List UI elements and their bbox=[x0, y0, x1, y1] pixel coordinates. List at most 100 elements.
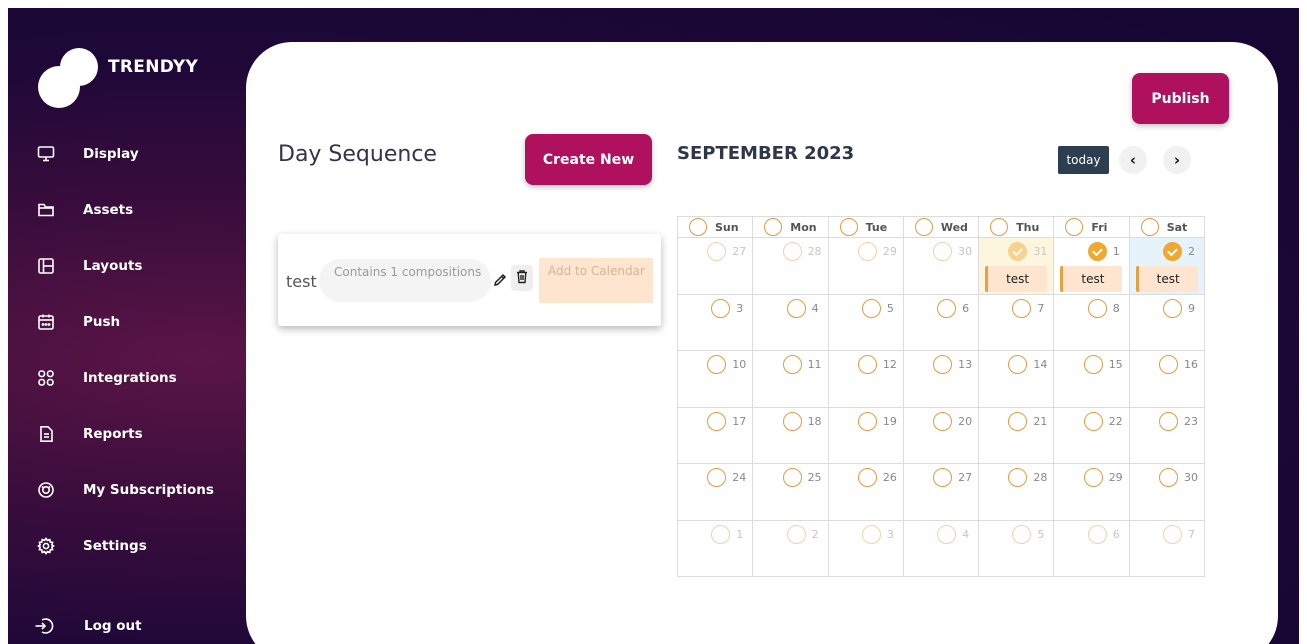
day-select-circle-icon[interactable] bbox=[707, 242, 727, 261]
day-select-circle-icon[interactable] bbox=[1083, 355, 1103, 374]
day-select-circle-icon[interactable] bbox=[1012, 298, 1032, 318]
calendar-day-cell[interactable]: 15 bbox=[1054, 351, 1130, 408]
day-select-circle-icon[interactable] bbox=[857, 355, 877, 374]
day-select-circle-icon[interactable] bbox=[711, 524, 731, 544]
calendar-day-cell[interactable]: 5 bbox=[979, 520, 1055, 577]
sidebar-item-push[interactable]: Push bbox=[36, 308, 120, 336]
weekday-select-circle-icon[interactable] bbox=[990, 218, 1009, 236]
day-select-circle-icon[interactable] bbox=[707, 355, 727, 374]
next-month-button[interactable]: › bbox=[1163, 146, 1191, 174]
publish-button[interactable]: Publish bbox=[1132, 73, 1229, 124]
day-select-circle-icon[interactable] bbox=[1162, 298, 1182, 318]
day-select-circle-icon[interactable] bbox=[861, 524, 881, 544]
calendar-day-cell[interactable]: 23 bbox=[1129, 408, 1204, 464]
day-select-circle-icon[interactable] bbox=[782, 468, 802, 487]
day-select-circle-icon[interactable] bbox=[786, 298, 806, 318]
day-select-circle-icon[interactable] bbox=[707, 468, 727, 487]
day-select-circle-icon[interactable] bbox=[1158, 411, 1178, 431]
day-select-circle-icon[interactable] bbox=[857, 468, 877, 487]
day-select-circle-icon[interactable] bbox=[857, 242, 877, 261]
sidebar-item-assets[interactable]: Assets bbox=[36, 196, 133, 224]
calendar-event[interactable]: test bbox=[1135, 266, 1198, 292]
calendar-day-cell[interactable]: 8 bbox=[1054, 294, 1130, 351]
calendar-day-cell[interactable]: 28 bbox=[753, 238, 829, 295]
calendar-day-cell[interactable]: 7 bbox=[1130, 521, 1204, 578]
calendar-day-cell[interactable]: 2 bbox=[753, 520, 829, 577]
weekday-header[interactable]: Fri bbox=[1054, 217, 1130, 238]
calendar-day-cell[interactable]: 30 bbox=[903, 238, 980, 295]
sidebar-item-reports[interactable]: Reports bbox=[36, 420, 143, 448]
calendar-day-cell[interactable]: 4 bbox=[904, 520, 980, 577]
add-to-calendar-button[interactable]: Add to Calendar bbox=[539, 258, 653, 303]
calendar-day-cell[interactable]: 19 bbox=[828, 407, 904, 464]
brand-logo[interactable]: TRENDYY bbox=[38, 48, 198, 108]
calendar-day-cell[interactable]: 29 bbox=[1054, 464, 1130, 521]
day-select-circle-icon[interactable] bbox=[933, 355, 953, 374]
calendar-day-cell[interactable]: 30 bbox=[1129, 464, 1204, 521]
calendar-day-cell[interactable]: 5 bbox=[828, 294, 904, 351]
calendar-day-cell[interactable]: 14 bbox=[979, 351, 1055, 408]
weekday-header[interactable]: Mon bbox=[753, 217, 829, 238]
sidebar-item-settings[interactable]: Settings bbox=[36, 532, 147, 560]
sidebar-item-integrations[interactable]: Integrations bbox=[36, 364, 177, 392]
day-select-circle-icon[interactable] bbox=[937, 298, 957, 318]
calendar-day-cell[interactable]: 7 bbox=[979, 294, 1055, 351]
calendar-day-cell[interactable]: 28 bbox=[979, 464, 1055, 521]
edit-icon[interactable] bbox=[492, 272, 508, 288]
calendar-day-cell[interactable]: 18 bbox=[753, 407, 829, 464]
calendar-day-cell[interactable]: 4 bbox=[753, 294, 829, 351]
weekday-header[interactable]: Tue bbox=[828, 217, 904, 238]
calendar-day-cell[interactable]: 6 bbox=[1054, 520, 1130, 577]
calendar-day-cell[interactable]: 27 bbox=[678, 238, 754, 295]
calendar-day-cell[interactable]: 13 bbox=[903, 351, 980, 408]
weekday-select-circle-icon[interactable] bbox=[764, 218, 783, 236]
day-select-circle-icon[interactable] bbox=[711, 298, 731, 318]
calendar-day-cell[interactable]: 1 test bbox=[1054, 238, 1130, 295]
calendar-day-cell[interactable]: 26 bbox=[828, 464, 904, 521]
calendar-day-cell[interactable]: 20 bbox=[903, 407, 980, 464]
calendar-day-cell[interactable]: 16 bbox=[1129, 351, 1204, 408]
sidebar-item-display[interactable]: Display bbox=[36, 140, 139, 168]
calendar-day-cell[interactable]: 11 bbox=[753, 351, 829, 408]
weekday-header[interactable]: Wed bbox=[903, 217, 980, 238]
day-select-circle-icon[interactable] bbox=[1008, 355, 1028, 374]
weekday-select-circle-icon[interactable] bbox=[839, 218, 858, 236]
day-checked-icon[interactable] bbox=[1008, 242, 1028, 261]
calendar-day-cell[interactable]: 17 bbox=[678, 407, 754, 464]
calendar-day-cell[interactable]: 2 test bbox=[1129, 238, 1204, 295]
weekday-select-circle-icon[interactable] bbox=[689, 218, 707, 236]
calendar-day-cell[interactable]: 3 bbox=[829, 520, 904, 577]
day-select-circle-icon[interactable] bbox=[786, 524, 806, 544]
day-select-circle-icon[interactable] bbox=[1158, 468, 1178, 487]
weekday-select-circle-icon[interactable] bbox=[914, 218, 933, 236]
calendar-day-cell[interactable]: 25 bbox=[753, 464, 829, 521]
calendar-event[interactable]: test bbox=[1060, 266, 1123, 292]
day-select-circle-icon[interactable] bbox=[782, 355, 802, 374]
delete-button[interactable] bbox=[511, 265, 533, 291]
sidebar-item-layouts[interactable]: Layouts bbox=[36, 252, 142, 280]
day-select-circle-icon[interactable] bbox=[1162, 524, 1182, 544]
calendar-day-cell[interactable]: 10 bbox=[678, 351, 754, 408]
day-select-circle-icon[interactable] bbox=[1083, 411, 1103, 431]
calendar-event[interactable]: test bbox=[985, 266, 1048, 292]
day-select-circle-icon[interactable] bbox=[707, 411, 727, 431]
today-button[interactable]: today bbox=[1058, 146, 1109, 174]
day-checked-icon[interactable] bbox=[1087, 242, 1107, 261]
sidebar-item-my-subscriptions[interactable]: My Subscriptions bbox=[36, 476, 214, 504]
logout-button[interactable]: Log out bbox=[34, 612, 142, 640]
day-select-circle-icon[interactable] bbox=[937, 524, 957, 544]
calendar-day-cell[interactable]: 29 bbox=[828, 238, 904, 295]
day-select-circle-icon[interactable] bbox=[1083, 468, 1103, 487]
weekday-header[interactable]: Thu bbox=[979, 217, 1055, 238]
day-select-circle-icon[interactable] bbox=[1012, 524, 1032, 544]
day-select-circle-icon[interactable] bbox=[1087, 298, 1107, 318]
calendar-day-cell[interactable]: 24 bbox=[678, 464, 754, 521]
day-select-circle-icon[interactable] bbox=[1087, 524, 1107, 544]
day-select-circle-icon[interactable] bbox=[782, 411, 802, 431]
day-select-circle-icon[interactable] bbox=[1008, 411, 1028, 431]
calendar-day-cell[interactable]: 21 bbox=[979, 407, 1055, 464]
weekday-select-circle-icon[interactable] bbox=[1065, 218, 1084, 236]
calendar-day-cell[interactable]: 6 bbox=[903, 294, 980, 351]
day-select-circle-icon[interactable] bbox=[933, 242, 953, 261]
day-select-circle-icon[interactable] bbox=[933, 468, 953, 487]
